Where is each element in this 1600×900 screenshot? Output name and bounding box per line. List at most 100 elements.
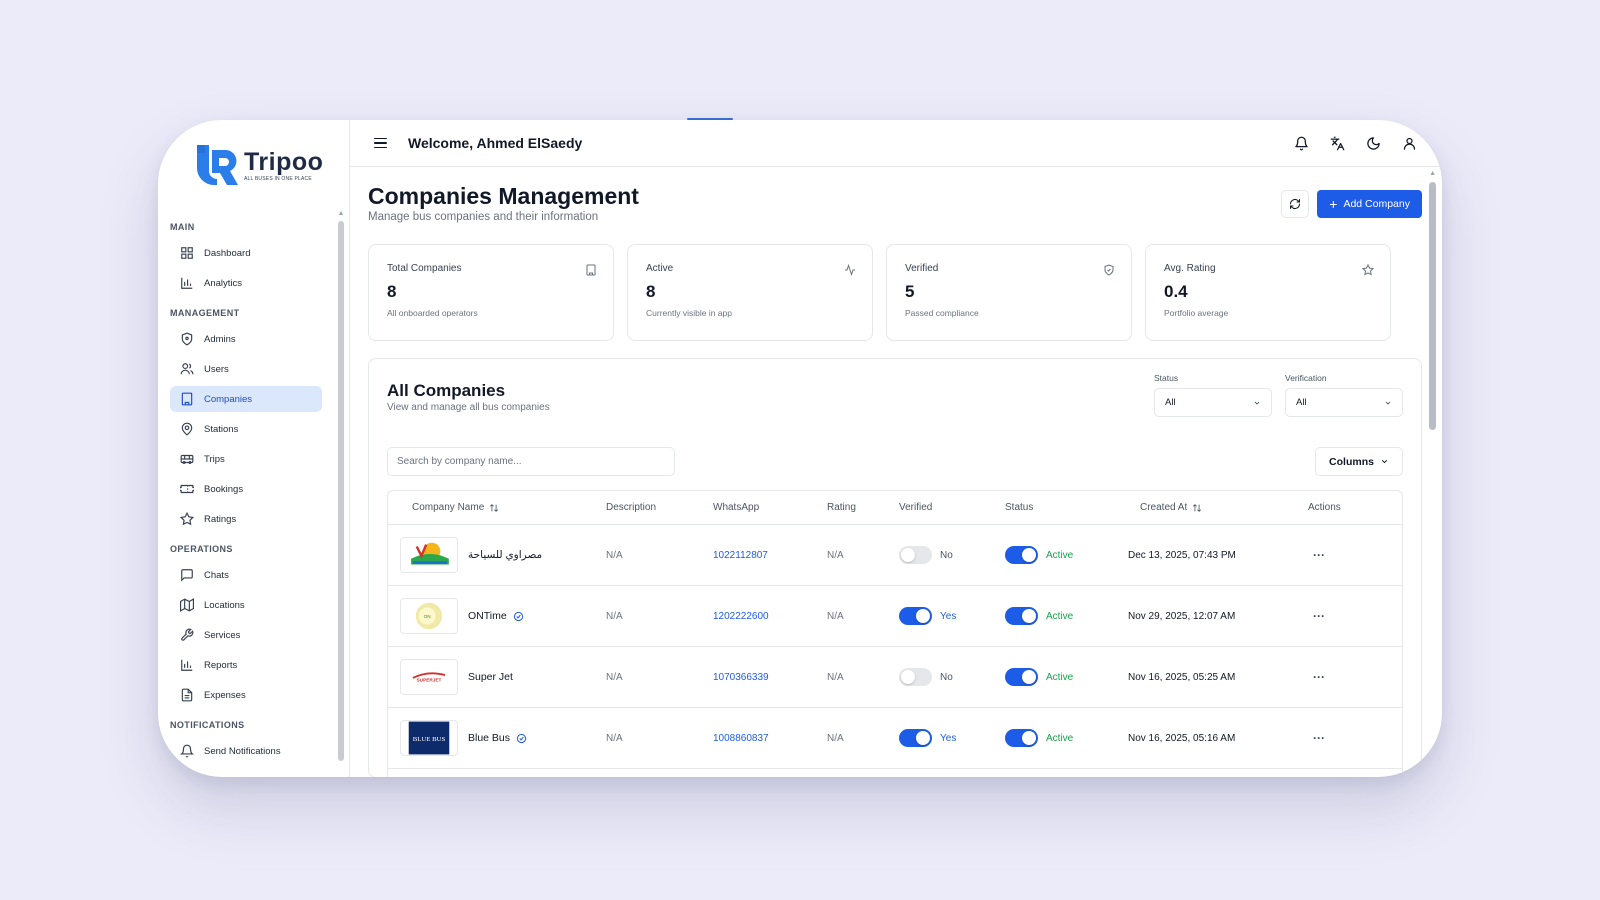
whatsapp-link[interactable]: 1202222600 — [713, 611, 827, 622]
nav-section-title: NOTIFICATIONS — [170, 720, 245, 730]
sidebar-item-companies[interactable]: Companies — [170, 386, 322, 412]
chevron-down-icon — [1381, 460, 1388, 464]
stat-label: Verified — [905, 263, 939, 274]
sidebar-item-users[interactable]: Users — [170, 356, 322, 382]
user-profile-icon[interactable] — [1400, 134, 1418, 152]
company-search-input[interactable] — [387, 447, 675, 476]
masrawy-logo — [400, 537, 458, 573]
company-rating: N/A — [827, 610, 844, 622]
col-company-name[interactable]: Company Name — [388, 502, 606, 513]
sidebar-scrollbar[interactable] — [338, 221, 344, 761]
company-rating: N/A — [827, 549, 844, 561]
moon-icon[interactable] — [1364, 134, 1382, 152]
verified-check-icon — [516, 733, 527, 743]
status-toggle[interactable] — [1005, 546, 1038, 564]
stat-description: Currently visible in app — [646, 308, 732, 318]
sidebar-item-reports[interactable]: Reports — [170, 652, 322, 678]
sidebar-item-label: Admins — [204, 333, 236, 345]
verified-label: No — [940, 671, 953, 683]
sidebar-item-label: Ratings — [204, 513, 237, 525]
company-description: N/A — [606, 549, 623, 561]
table-row[interactable]: ON ONTime N/A 1202222600 N/A Yes Active … — [388, 586, 1402, 647]
sidebar-item-analytics[interactable]: Analytics — [170, 270, 322, 296]
status-toggle[interactable] — [1005, 729, 1038, 747]
created-at: Nov 16, 2025, 05:25 AM — [1128, 671, 1236, 683]
map-pin-icon — [180, 422, 194, 436]
stat-description: Passed compliance — [905, 308, 979, 318]
sidebar-item-services[interactable]: Services — [170, 622, 322, 648]
company-name: Super Jet — [468, 671, 513, 683]
tripoo-logo-icon — [194, 142, 240, 188]
translate-icon[interactable] — [1328, 134, 1346, 152]
sidebar-nav: MAIN Dashboard Analytics MANAGEMENT Admins Us… — [158, 210, 344, 777]
table-row[interactable]: مصراوي للسياحة N/A 1022112807 N/A No Act… — [388, 525, 1402, 586]
table-row[interactable]: SUPERJET Super Jet N/A 1070366339 N/A No… — [388, 647, 1402, 708]
verification-select[interactable]: All — [1285, 388, 1403, 417]
page-subtitle: Manage bus companies and their informati… — [368, 211, 599, 223]
stat-card-total-companies: Total Companies 8 All onboarded operator… — [368, 244, 614, 341]
sidebar-item-dashboard[interactable]: Dashboard — [170, 240, 322, 266]
row-actions-menu-icon[interactable]: ··· — [1313, 548, 1325, 562]
verified-toggle[interactable] — [899, 668, 932, 686]
top-bar: Welcome, Ahmed ElSaedy — [350, 120, 1442, 167]
sidebar-item-ratings[interactable]: Ratings — [170, 506, 322, 532]
sidebar-item-label: Users — [204, 363, 229, 375]
status-select[interactable]: All — [1154, 388, 1272, 417]
sort-icon — [490, 503, 499, 512]
columns-button[interactable]: Columns — [1315, 447, 1403, 476]
sidebar-item-chats[interactable]: Chats — [170, 562, 322, 588]
brand-logo[interactable]: Tripoo ALL BUSES IN ONE PLACE — [158, 120, 349, 210]
brand-name: Tripoo — [244, 147, 324, 176]
chevron-down-icon — [1254, 401, 1260, 405]
whatsapp-link[interactable]: 1008860837 — [713, 733, 827, 744]
svg-text:ON: ON — [424, 614, 432, 620]
add-company-button[interactable]: + Add Company — [1317, 190, 1422, 218]
sidebar-item-admins[interactable]: Admins — [170, 326, 322, 352]
col-status: Status — [1005, 502, 1034, 513]
row-actions-menu-icon[interactable]: ··· — [1313, 670, 1325, 684]
menu-toggle-icon[interactable] — [374, 135, 390, 151]
col-whatsapp: WhatsApp — [713, 502, 760, 513]
ticket-icon — [180, 482, 194, 496]
col-actions: Actions — [1308, 502, 1341, 513]
building-icon — [585, 263, 597, 276]
sidebar-item-expenses[interactable]: Expenses — [170, 682, 322, 708]
sidebar-item-bookings[interactable]: Bookings — [170, 476, 322, 502]
sidebar-item-send-notifications[interactable]: Send Notifications — [170, 738, 322, 764]
ontime-logo: ON — [400, 598, 458, 634]
status-toggle[interactable] — [1005, 607, 1038, 625]
chat-icon — [180, 568, 194, 582]
users-icon — [180, 362, 194, 376]
sidebar-item-stations[interactable]: Stations — [170, 416, 322, 442]
stat-description: All onboarded operators — [387, 308, 478, 318]
table-header: Company Name Description WhatsApp Rating… — [388, 491, 1402, 525]
bell-icon[interactable] — [1292, 134, 1310, 152]
bar-chart-icon — [180, 658, 194, 672]
stat-value: 8 — [646, 282, 656, 301]
row-actions-menu-icon[interactable]: ··· — [1313, 731, 1325, 745]
page-content: Companies Management Manage bus companie… — [350, 168, 1442, 777]
status-label: Active — [1046, 610, 1074, 622]
stat-card-avg-rating: Avg. Rating 0.4 Portfolio average — [1145, 244, 1391, 341]
sort-icon — [1193, 503, 1202, 512]
whatsapp-link[interactable]: 1022112807 — [713, 550, 827, 561]
verified-toggle[interactable] — [899, 546, 932, 564]
verified-toggle[interactable] — [899, 729, 932, 747]
sidebar-scroll-up-icon[interactable]: ▲ — [337, 210, 345, 218]
table-row[interactable]: BLUE BUS Blue Bus N/A 1008860837 N/A Yes… — [388, 708, 1402, 769]
row-actions-menu-icon[interactable]: ··· — [1313, 609, 1325, 623]
verified-toggle[interactable] — [899, 607, 932, 625]
sidebar-item-locations[interactable]: Locations — [170, 592, 322, 618]
refresh-button[interactable] — [1281, 190, 1310, 218]
grid-icon — [180, 246, 194, 260]
svg-text:BLUE BUS: BLUE BUS — [413, 736, 446, 743]
col-created-at[interactable]: Created At — [1128, 502, 1308, 513]
col-description: Description — [606, 502, 657, 513]
file-icon — [180, 688, 194, 702]
sidebar-item-label: Stations — [204, 423, 239, 435]
whatsapp-link[interactable]: 1070366339 — [713, 672, 827, 683]
status-toggle[interactable] — [1005, 668, 1038, 686]
sidebar-item-trips[interactable]: Trips — [170, 446, 322, 472]
stat-label: Active — [646, 263, 674, 274]
company-name: Blue Bus — [468, 732, 511, 744]
